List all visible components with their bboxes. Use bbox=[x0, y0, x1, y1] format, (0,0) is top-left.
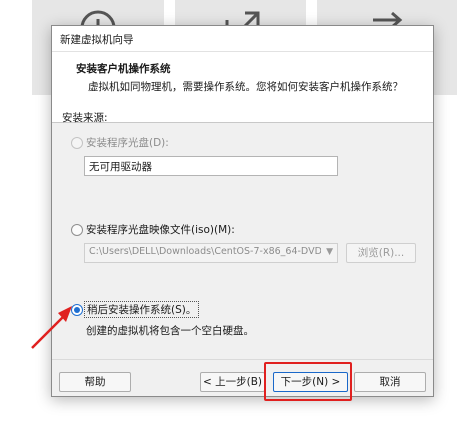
iso-path-value: C:\Users\DELL\Downloads\CentOS-7-x86_64-… bbox=[89, 246, 321, 257]
cancel-button[interactable]: 取消 bbox=[354, 372, 426, 392]
page-subheading: 虚拟机如同物理机，需要操作系统。您将如何安装客户机操作系统？ bbox=[88, 81, 403, 93]
wizard-header: 安装客户机操作系统 虚拟机如同物理机，需要操作系统。您将如何安装客户机操作系统？ bbox=[52, 52, 433, 123]
radio-iso-image[interactable] bbox=[71, 224, 83, 236]
install-source-label: 安装来源: bbox=[62, 112, 108, 124]
install-later-description: 创建的虚拟机将包含一个空白硬盘。 bbox=[86, 325, 254, 337]
dialog-titlebar[interactable]: 新建虚拟机向导 bbox=[52, 26, 433, 52]
page-heading: 安装客户机操作系统 bbox=[76, 63, 171, 75]
disc-drive-value: 无可用驱动器 bbox=[89, 161, 152, 173]
help-button[interactable]: 帮助 bbox=[59, 372, 131, 392]
iso-image-label: 安装程序光盘映像文件(iso)(M): bbox=[86, 224, 235, 236]
browse-button[interactable]: 浏览(R)... bbox=[346, 243, 416, 263]
dialog-title: 新建虚拟机向导 bbox=[60, 34, 134, 46]
next-button-highlight-box bbox=[264, 362, 352, 401]
iso-path-select[interactable]: C:\Users\DELL\Downloads\CentOS-7-x86_64-… bbox=[84, 243, 338, 263]
installer-disc-label: 安装程序光盘(D): bbox=[86, 137, 169, 149]
disc-drive-select[interactable]: 无可用驱动器 bbox=[84, 156, 338, 176]
install-later-label: 稍后安装操作系统(S)。 bbox=[84, 301, 200, 318]
back-button[interactable]: < 上一步(B) bbox=[200, 372, 265, 392]
radio-installer-disc[interactable] bbox=[71, 137, 83, 149]
new-vm-wizard-dialog: 新建虚拟机向导 安装客户机操作系统 虚拟机如同物理机，需要操作系统。您将如何安装… bbox=[51, 25, 434, 397]
chevron-down-icon: ▼ bbox=[326, 247, 333, 257]
footer-divider bbox=[52, 359, 433, 360]
radio-install-later[interactable] bbox=[71, 304, 83, 316]
